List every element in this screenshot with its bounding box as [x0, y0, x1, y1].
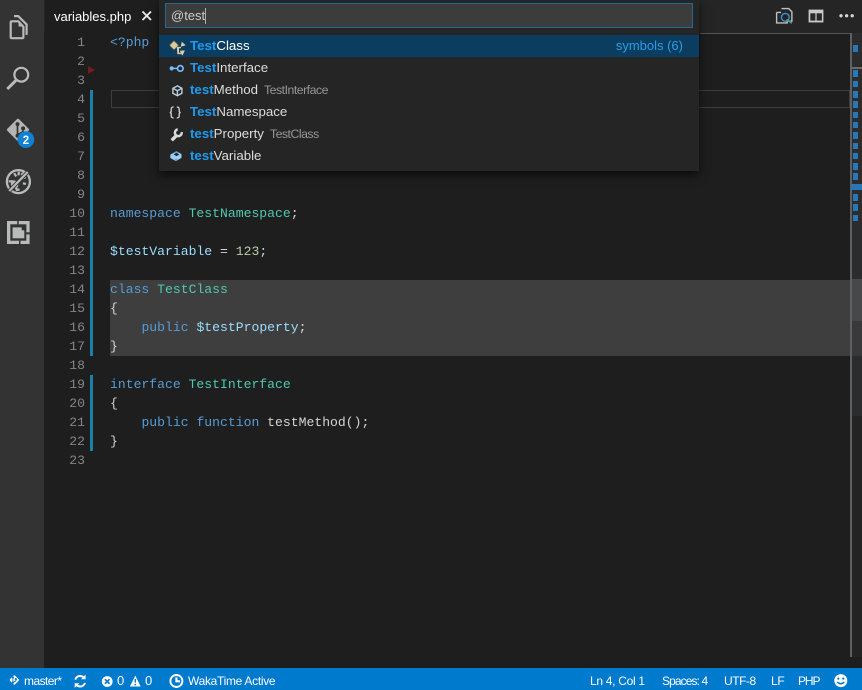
- svg-text:2: 2: [23, 135, 29, 147]
